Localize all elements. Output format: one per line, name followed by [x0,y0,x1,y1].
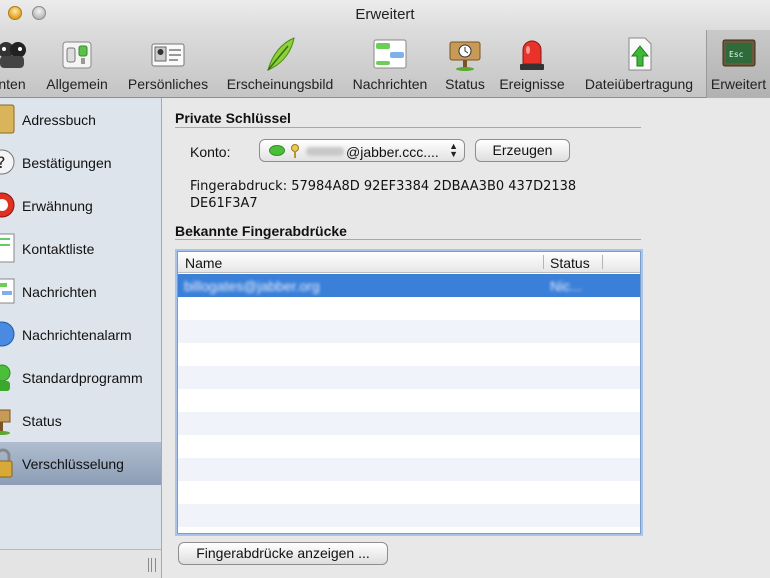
accounts-icon [0,36,30,72]
status-sign-icon [0,404,16,436]
toolbar-item-events[interactable]: Ereignisse [494,30,570,98]
sidebar-item-label: Kontaktliste [22,241,95,257]
svg-text:?: ? [0,153,6,172]
toolbar-label: Allgemein [46,76,108,92]
account-value: @jabber.ccc.... [346,144,439,160]
contact-list-icon [0,232,16,264]
question-mark-icon: ? [0,146,16,178]
file-transfer-icon [621,36,657,72]
toolbar-label: Erweitert [710,76,767,92]
siren-icon [514,36,550,72]
sidebar-item-label: Verschlüsselung [22,456,124,472]
table-row-empty [178,343,640,366]
fingerprint-line: Fingerabdruck: 57984A8D 92EF3384 2DBAA3B… [190,179,577,194]
toolbar-item-advanced[interactable]: Esc Erweitert [706,30,770,98]
preferences-toolbar: nten Allgemein Persönliches Erscheinungs… [0,30,770,98]
resize-handle[interactable] [148,558,156,572]
sidebar-item-address-book[interactable]: Adressbuch [0,98,161,141]
message-alert-icon [0,318,16,350]
table-row-empty [178,458,640,481]
sidebar-footer [0,549,161,578]
sidebar-item-default-app[interactable]: Standardprogramm [0,356,161,399]
divider [175,239,641,240]
sidebar-item-label: Standardprogramm [22,370,143,386]
row-status: Nic... [550,278,582,294]
table-row[interactable]: billogates@jabber.org Nic... [178,274,640,297]
known-fingerprints-heading: Bekannte Fingerabdrücke [175,223,347,239]
column-separator [543,255,544,269]
svg-text:Esc: Esc [729,50,744,59]
table-row-empty [178,389,640,412]
popup-arrows-icon: ▲ ▼ [449,141,458,159]
fingerprints-table[interactable]: Name Status billogates@jabber.org Nic... [177,251,641,534]
window-title: Erweitert [355,6,415,23]
toolbar-label: Persönliches [127,76,209,92]
fingerprint-text: Fingerabdruck: 57984A8D 92EF3384 2DBAA3B… [190,178,610,212]
toolbar-label: Status [445,76,485,92]
default-app-icon [0,361,16,393]
sidebar-item-encryption[interactable]: Verschlüsselung [0,442,161,485]
address-book-icon [0,103,16,135]
sidebar-item-contact-list[interactable]: Kontaktliste [0,227,161,270]
toolbar-item-accounts[interactable]: nten [0,30,34,98]
sidebar-item-confirmations[interactable]: ? Bestätigungen [0,141,161,184]
sidebar-item-mention[interactable]: Erwähnung [0,184,161,227]
toolbar-label: Nachrichten [352,76,428,92]
sidebar-item-label: Nachrichten [22,284,97,300]
sidebar-item-status[interactable]: Status [0,399,161,442]
lock-icon [0,447,16,479]
toolbar-item-general[interactable]: Allgemein [38,30,116,98]
generate-button[interactable]: Erzeugen [475,139,570,162]
table-row-empty [178,320,640,343]
toolbar-label: nten [0,76,26,92]
terminal-icon: Esc [721,36,757,72]
sidebar-item-label: Nachrichtenalarm [22,327,132,343]
status-sign-icon [447,36,483,72]
messages-icon [372,36,408,72]
column-separator [602,255,603,269]
toolbar-item-file-transfer[interactable]: Dateiübertragung [576,30,702,98]
sidebar-item-label: Adressbuch [22,112,96,128]
toolbar-item-appearance[interactable]: Erscheinungsbild [218,30,342,98]
table-row-empty [178,297,640,320]
sidebar-item-label: Bestätigungen [22,155,112,171]
account-popup[interactable]: @jabber.ccc.... ▲ ▼ [259,139,465,162]
show-fingerprints-button[interactable]: Fingerabdrücke anzeigen ... [178,542,388,565]
toolbar-label: Erscheinungsbild [226,76,334,92]
sidebar-item-messages[interactable]: Nachrichten [0,270,161,313]
table-row-empty [178,366,640,389]
private-keys-heading: Private Schlüssel [175,110,291,126]
redacted-username [306,147,344,156]
divider [175,127,641,128]
key-icon [290,144,300,158]
online-status-icon [269,145,285,156]
mention-icon [0,189,16,221]
sidebar-item-label: Status [22,413,62,429]
title-bar: Erweitert [0,0,770,30]
toolbar-label: Dateiübertragung [584,76,694,92]
table-row-empty [178,435,640,458]
feather-icon [262,36,298,72]
table-header: Name Status [178,252,640,273]
toolbar-item-personal[interactable]: Persönliches [120,30,216,98]
fingerprint-line: DE61F3A7 [190,196,258,211]
toolbar-item-messages[interactable]: Nachrichten [346,30,434,98]
toolbar-label: Ereignisse [499,76,565,92]
messages-icon [0,275,16,307]
sidebar-item-message-alert[interactable]: Nachrichtenalarm [0,313,161,356]
row-name: billogates@jabber.org [184,278,320,294]
encryption-pane: Private Schlüssel Konto: @jabber.ccc....… [163,98,770,578]
account-label: Konto: [190,144,231,160]
column-header-name[interactable]: Name [185,255,222,271]
column-header-status[interactable]: Status [550,255,590,271]
table-row-empty [178,504,640,527]
sidebar: Adressbuch ? Bestätigungen Erwähnung Kon… [0,98,162,578]
table-row-empty [178,481,640,504]
general-switch-icon [59,36,95,72]
toolbar-item-status[interactable]: Status [440,30,490,98]
sidebar-item-label: Erwähnung [22,198,93,214]
table-row-empty [178,412,640,435]
personal-card-icon [150,36,186,72]
